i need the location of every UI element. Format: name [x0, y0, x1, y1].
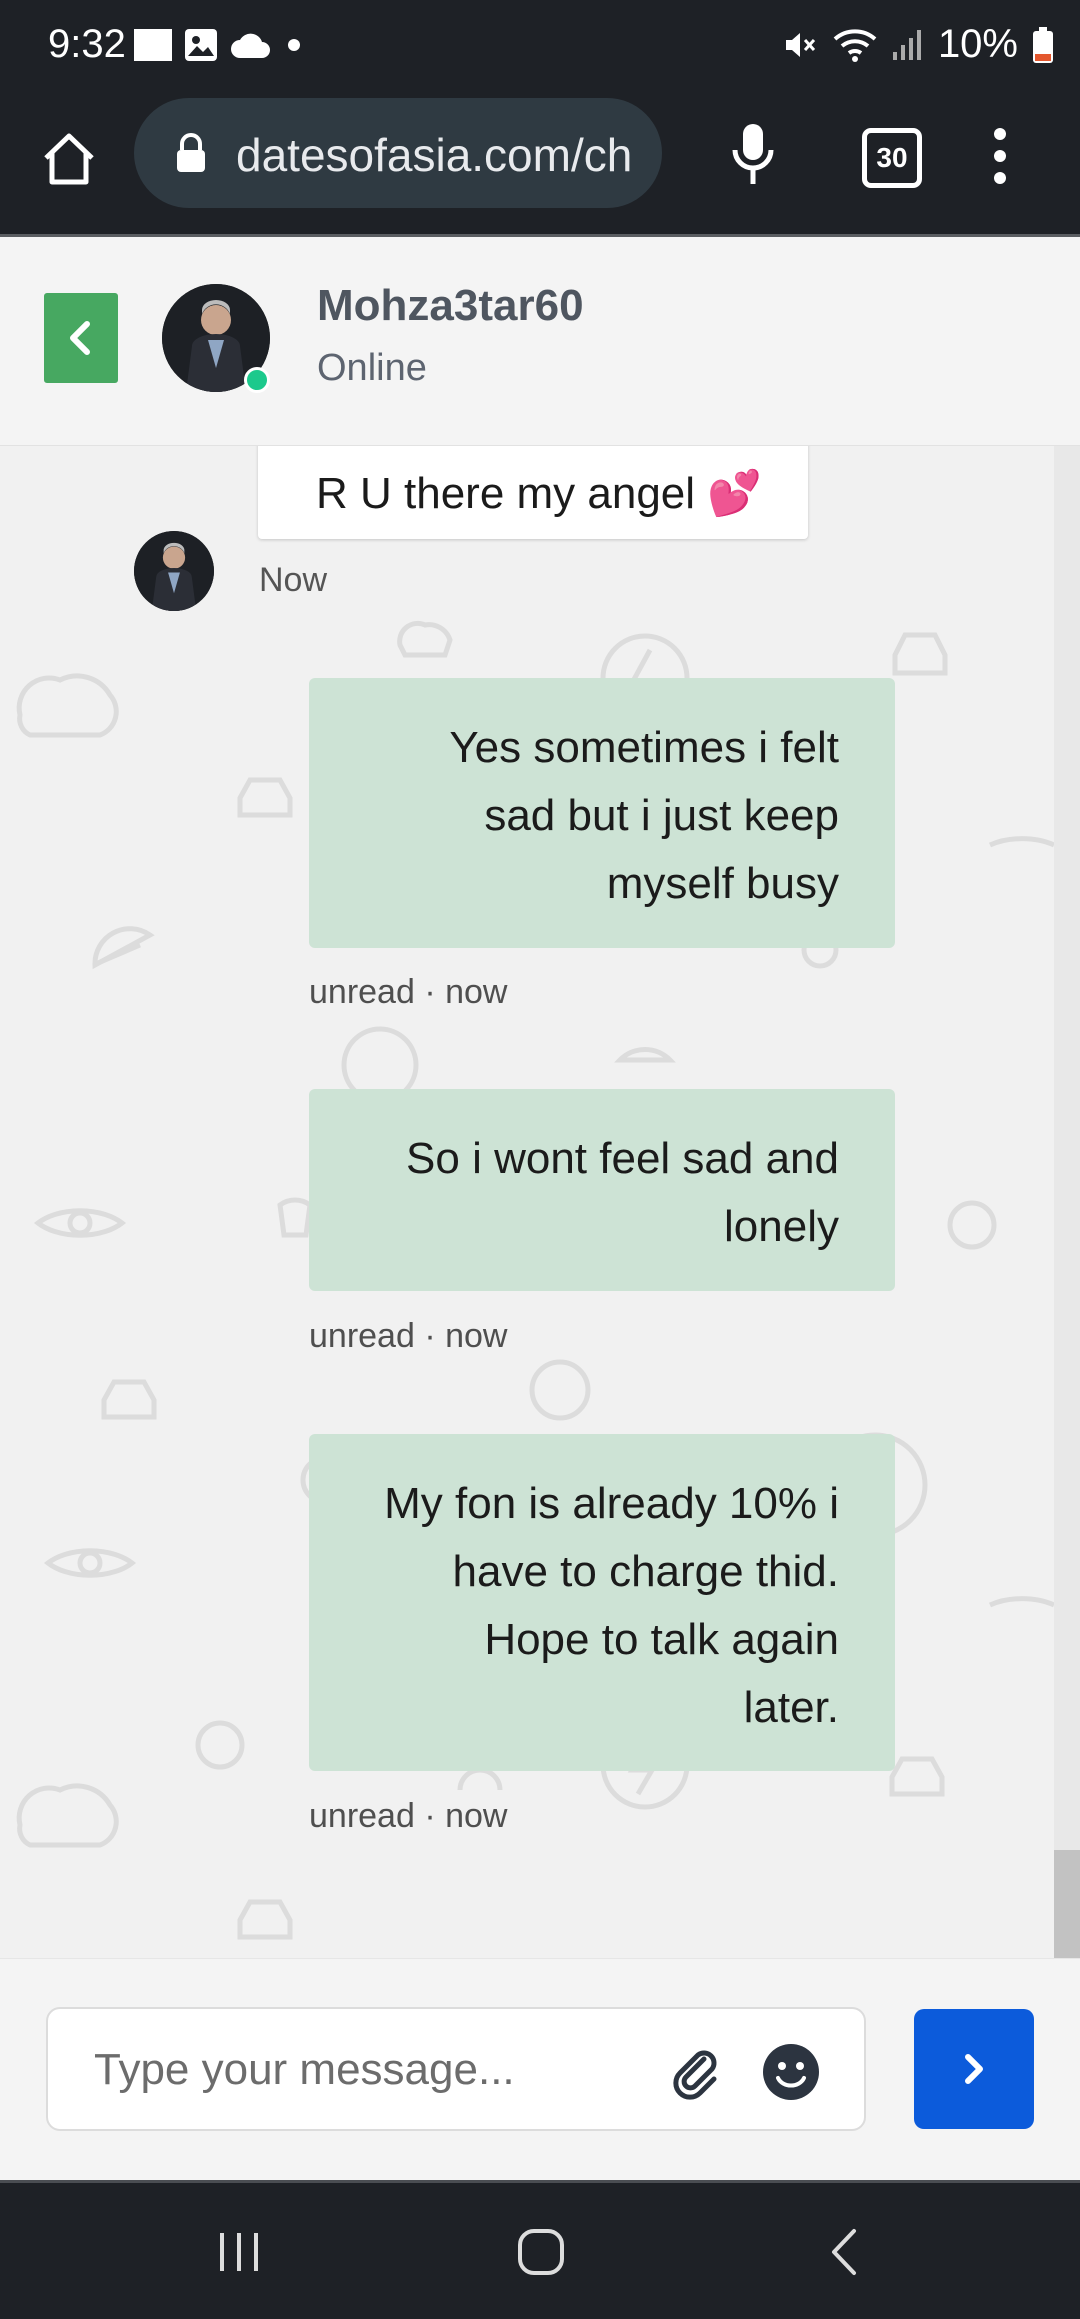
lock-icon	[177, 133, 205, 172]
message-composer	[0, 1958, 1080, 2181]
recents-button[interactable]	[178, 2183, 298, 2319]
system-nav-bar	[0, 2180, 1080, 2319]
message-line: lonely	[724, 1202, 839, 1251]
home-icon[interactable]	[40, 130, 98, 188]
chat-header: Mohza3tar60 Online	[0, 237, 1080, 446]
message-status: unread · now	[309, 973, 508, 1011]
home-nav-button[interactable]	[480, 2183, 600, 2319]
incoming-message-text: R U there my angel 💕	[316, 469, 763, 518]
back-button[interactable]	[44, 293, 118, 383]
message-status: unread · now	[309, 1317, 508, 1355]
chevron-left-icon	[70, 321, 90, 355]
url-text: datesofasia.com/ch	[236, 129, 633, 181]
online-indicator	[244, 367, 270, 393]
recents-icon	[220, 2233, 258, 2271]
status-bar: 9:32 10%	[0, 0, 1080, 92]
dot-icon	[288, 39, 300, 51]
mic-icon[interactable]	[728, 122, 778, 186]
image-icon	[185, 29, 217, 61]
browser-toolbar: datesofasia.com/ch 30	[0, 92, 1080, 237]
status-notification-icons	[134, 28, 306, 62]
incoming-message-time: Now	[259, 561, 328, 599]
incoming-message-bubble[interactable]: R U there my angel 💕	[258, 445, 808, 539]
home-circle-icon	[518, 2229, 564, 2275]
scrollbar-thumb[interactable]	[1054, 1850, 1080, 1958]
message-input-box[interactable]	[46, 2007, 866, 2131]
message-line: Hope to talk again	[484, 1615, 839, 1664]
outgoing-message-bubble[interactable]: So i wont feel sad and lonely	[309, 1089, 895, 1291]
send-button[interactable]	[914, 2009, 1034, 2129]
battery-icon	[1033, 26, 1053, 63]
paperclip-icon[interactable]	[668, 2045, 724, 2101]
message-line: So i wont feel sad and	[406, 1134, 839, 1183]
back-icon	[832, 2229, 856, 2275]
signal-icon	[892, 29, 921, 60]
message-line: My fon is already 10% i	[384, 1479, 839, 1528]
contact-status: Online	[317, 347, 427, 389]
address-bar[interactable]: datesofasia.com/ch	[134, 98, 662, 208]
message-line: Yes sometimes i felt	[449, 723, 839, 772]
battery-percent: 10%	[937, 22, 1018, 66]
message-line: sad but i just keep	[484, 791, 839, 840]
chevron-right-icon	[965, 2054, 983, 2084]
outgoing-message-bubble[interactable]: My fon is already 10% i have to charge t…	[309, 1434, 895, 1771]
emoji-icon[interactable]	[762, 2043, 820, 2101]
outgoing-message-bubble[interactable]: Yes sometimes i felt sad but i just keep…	[309, 678, 895, 948]
message-line: myself busy	[606, 859, 839, 908]
status-system-icons: 10%	[782, 22, 1054, 67]
mute-icon	[785, 32, 816, 57]
message-line: have to charge thid.	[452, 1547, 839, 1596]
status-time: 9:32	[48, 22, 126, 66]
wifi-icon	[833, 28, 877, 62]
more-vert-icon[interactable]	[980, 126, 1020, 186]
back-nav-button[interactable]	[782, 2183, 902, 2319]
chat-messages[interactable]: R U there my angel 💕 Now Yes sometimes i…	[0, 445, 1054, 1958]
cloud-icon	[231, 33, 270, 58]
person-photo-icon	[134, 531, 214, 611]
message-input[interactable]	[92, 2037, 656, 2103]
tabs-button[interactable]: 30	[862, 128, 922, 188]
scrollbar-track[interactable]	[1054, 445, 1080, 1958]
message-line: later.	[743, 1683, 839, 1732]
message-status: unread · now	[309, 1797, 508, 1835]
sender-avatar	[134, 531, 214, 611]
contact-name[interactable]: Mohza3tar60	[317, 281, 584, 331]
white-square-icon	[134, 29, 172, 61]
